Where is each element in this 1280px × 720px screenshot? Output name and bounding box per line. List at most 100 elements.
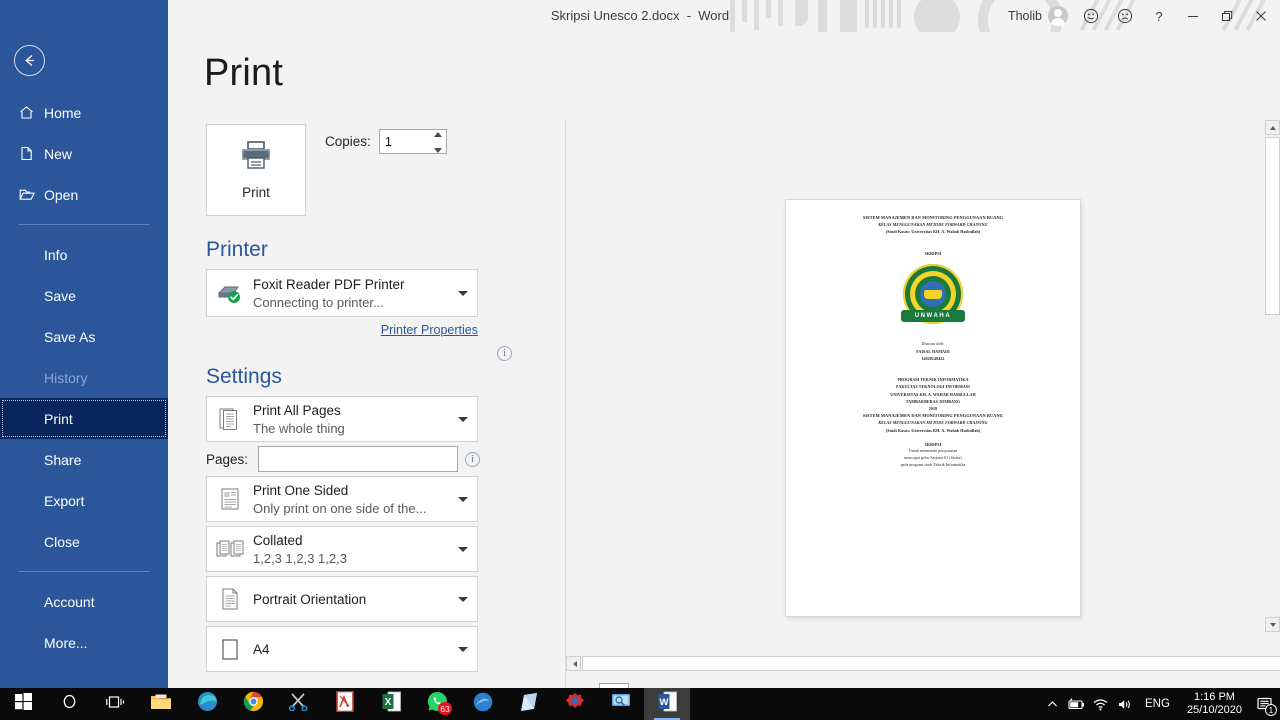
pages-info-icon[interactable]: i	[465, 451, 480, 467]
copies-input[interactable]	[384, 131, 431, 152]
print-button-label: Print	[242, 185, 270, 200]
paper-size-select[interactable]: A4	[206, 626, 478, 672]
sidebar-item-export[interactable]: Export	[0, 480, 168, 521]
chevron-up-icon[interactable]	[1040, 688, 1064, 720]
google-chrome-button[interactable]	[230, 688, 276, 720]
sidebar-items: Home New Open Info Save Save As History …	[0, 92, 168, 663]
smiley-face-icon[interactable]	[1074, 0, 1108, 32]
doc-author-label: Disusun oleh:	[921, 342, 945, 346]
chevron-down-icon[interactable]	[458, 291, 468, 296]
preview-scroll-down-button[interactable]	[1265, 617, 1280, 632]
language-indicator[interactable]: ENG	[1136, 698, 1179, 710]
sidebar-item-history: History	[0, 357, 168, 398]
printer-info-icon[interactable]: i	[497, 346, 512, 361]
preview-scroll-thumb[interactable]	[1265, 137, 1280, 315]
copies-stepper[interactable]	[378, 129, 447, 154]
pages-row: Pages: i	[206, 446, 496, 472]
sidebar-item-print[interactable]: Print	[0, 398, 168, 439]
orientation-title: Portrait Orientation	[253, 591, 367, 607]
file-explorer-button[interactable]	[138, 688, 184, 720]
sidebar-item-close[interactable]: Close	[0, 521, 168, 562]
paper-size-icon	[207, 627, 253, 671]
print-button[interactable]: Print	[206, 124, 306, 216]
battery-icon[interactable]	[1064, 688, 1088, 720]
sidebar-item-home[interactable]: Home	[0, 92, 168, 133]
media-player-button[interactable]	[460, 688, 506, 720]
sidebar-item-more[interactable]: More...	[0, 622, 168, 663]
clock[interactable]: 1:16 PM 25/10/2020	[1179, 691, 1250, 717]
sidebar-item-label: Account	[44, 593, 95, 610]
stepper-up-icon[interactable]	[433, 132, 442, 137]
word-print-backstage: Skripsi Unesco 2.docx - Word Tholib ? Ho…	[0, 0, 1280, 720]
microsoft-excel-button[interactable]: X	[368, 688, 414, 720]
paper-size-text: A4	[253, 641, 477, 658]
microsoft-word-button[interactable]: W	[644, 688, 690, 720]
printer-select[interactable]: Foxit Reader PDF Printer Connecting to p…	[206, 269, 478, 317]
sidebar-item-save-as[interactable]: Save As	[0, 316, 168, 357]
preview-vertical-scrollbar[interactable]	[1265, 120, 1280, 632]
chevron-down-icon[interactable]	[458, 547, 468, 552]
sidebar-item-account[interactable]: Account	[0, 581, 168, 622]
printer-status: Connecting to printer...	[253, 294, 384, 310]
preview-scroll-left-button[interactable]	[566, 656, 581, 671]
printer-icon	[239, 140, 273, 175]
chevron-down-icon[interactable]	[458, 417, 468, 422]
settings-app-button[interactable]	[552, 688, 598, 720]
collation-select[interactable]: Collated 1,2,3 1,2,3 1,2,3	[206, 526, 478, 572]
start-button[interactable]	[0, 688, 46, 720]
pages-label: Pages:	[206, 451, 249, 467]
blue-circle-icon	[473, 692, 493, 717]
print-sides-select[interactable]: Print One Sided Only print on one side o…	[206, 476, 478, 522]
wifi-icon[interactable]	[1088, 688, 1112, 720]
task-view-icon	[105, 694, 125, 715]
doc-repeat-thesis-label: SKRIPSI	[924, 442, 942, 447]
store-icon	[519, 692, 539, 717]
print-range-select[interactable]: Print All Pages The whole thing	[206, 396, 478, 442]
printer-properties-link[interactable]: Printer Properties	[381, 323, 478, 337]
print-preview-pane: SISTEM MANAJEMEN DAN MONITORING PENGGUNA…	[565, 120, 1265, 688]
speaker-icon[interactable]	[1112, 688, 1136, 720]
remote-desktop-button[interactable]	[598, 688, 644, 720]
orientation-select[interactable]: Portrait Orientation	[206, 576, 478, 622]
excel-icon: X	[382, 691, 401, 717]
sidebar-item-save[interactable]: Save	[0, 275, 168, 316]
stepper-down-icon[interactable]	[433, 148, 442, 153]
orientation-text: Portrait Orientation	[253, 591, 477, 608]
sidebar-item-new[interactable]: New	[0, 133, 168, 174]
chevron-down-icon[interactable]	[458, 497, 468, 502]
sidebar-item-share[interactable]: Share	[0, 439, 168, 480]
frown-face-icon[interactable]	[1108, 0, 1142, 32]
collation-title: Collated	[253, 532, 303, 548]
action-center-icon[interactable]: 1	[1250, 688, 1280, 720]
microsoft-edge-button[interactable]	[184, 688, 230, 720]
preview-scroll-up-button[interactable]	[1265, 120, 1280, 135]
account-button[interactable]: Tholib	[1002, 0, 1074, 32]
doc-case-line: (Studi Kasus: Universitas KH. A. Wahab H…	[885, 229, 981, 235]
whatsapp-button[interactable]: 63	[414, 688, 460, 720]
copies-stepper-arrows[interactable]	[433, 132, 442, 153]
collated-icon	[207, 527, 253, 571]
logo-text: UNWAHA	[901, 309, 965, 322]
chevron-down-icon[interactable]	[458, 597, 468, 602]
preview-hscroll-thumb[interactable]	[582, 656, 1280, 671]
pages-input[interactable]	[258, 446, 458, 472]
sidebar-item-open[interactable]: Open	[0, 174, 168, 215]
document-page-preview[interactable]: SISTEM MANAJEMEN DAN MONITORING PENGGUNA…	[786, 200, 1080, 616]
search-button[interactable]	[46, 688, 92, 720]
minimize-button[interactable]	[1176, 0, 1210, 32]
all-pages-icon	[207, 397, 253, 441]
snipping-tool-button[interactable]	[276, 688, 322, 720]
preview-horizontal-scrollbar[interactable]	[566, 656, 1280, 671]
restore-button[interactable]	[1210, 0, 1244, 32]
back-button[interactable]	[14, 45, 45, 76]
task-view-button[interactable]	[92, 688, 138, 720]
doc-repeat-title-2: KELAS MENGGUNAKAN METODE FORWARD CHAININ…	[878, 420, 988, 426]
sidebar-item-info[interactable]: Info	[0, 234, 168, 275]
pdf-reader-button[interactable]	[322, 688, 368, 720]
chevron-down-icon[interactable]	[458, 647, 468, 652]
close-button[interactable]	[1244, 0, 1278, 32]
help-icon[interactable]: ?	[1142, 0, 1176, 32]
copies-control: Copies:	[325, 129, 447, 154]
portrait-icon	[207, 577, 253, 621]
store-app-button[interactable]	[506, 688, 552, 720]
